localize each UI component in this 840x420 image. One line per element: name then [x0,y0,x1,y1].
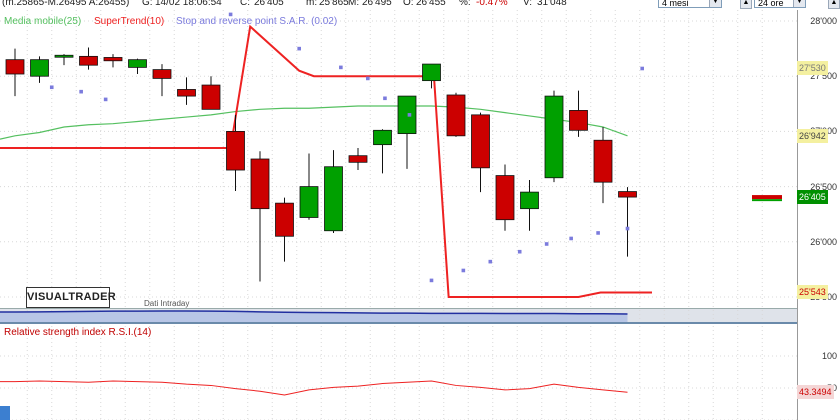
sar-dot [544,242,549,246]
chart-canvas[interactable] [0,0,840,420]
resize-handle [0,406,10,420]
candle-body [520,191,539,210]
candle-body [250,158,270,210]
status-bar: (m.25865-M.26495 A:26455) G: 14/02 18:06… [0,0,840,10]
candle-body [446,94,466,137]
candle-body [30,59,49,77]
min-value: 25'865 [319,0,349,8]
sar-dot [297,46,301,51]
vol-value: 31'048 [537,0,567,8]
candle-body [324,166,343,232]
last-price-marker [752,195,782,200]
candle-body [593,139,613,183]
sar-dot [339,65,343,70]
open-label: O: [403,0,414,8]
sar-dot [103,97,108,102]
sar-price-tag: 27'530 [797,61,828,76]
candle-body [275,202,294,237]
candle-body [128,59,147,68]
ma-price-tag: 26'942 [797,128,828,143]
sar-dot [488,259,493,264]
supertrend-price-tag: 25'543 [797,285,828,300]
legend-sar: Stop and reverse point S.A.R. (0.02) [176,16,338,27]
rsi-panel-bg [0,324,797,420]
candle-body [201,84,221,110]
interval-select-value: 24 ore [758,0,784,8]
max-label: M: [348,0,360,8]
chart-window: (m.25865-M.26495 A:26455) G: 14/02 18:06… [0,0,840,420]
visualtrader-logo: VISUALTRADER [26,287,116,308]
pct-label: %: [459,0,471,8]
sar-dot [569,236,573,241]
sar-dot [461,268,466,273]
candle-body [226,131,245,171]
candle-body [544,95,564,179]
scroll-up-icon[interactable]: ▲ [828,0,840,9]
close-value: 26'405 [254,0,284,8]
sar-dot [49,85,54,90]
legend-supertrend: SuperTrend(10) [94,16,165,27]
max-value: 26'495 [362,0,392,8]
hla-readout: (m.25865-M.26495 A:26455) [2,0,130,8]
interval-select[interactable]: 24 ore ▼ [754,0,806,8]
chevron-down-icon[interactable]: ▼ [709,0,721,7]
pct-value: -0.47% [476,0,508,8]
sar-dot [366,76,370,81]
candle-body [54,54,74,58]
close-label: C: [240,0,250,8]
candle-body [397,95,417,135]
candle-body [79,55,98,66]
candle-body [152,69,172,79]
period-select-value: 4 mesi [662,0,689,8]
sar-dot [407,113,412,117]
candle-body [299,186,319,218]
candle-body [495,175,515,221]
price-tick-label: 28'000 [810,16,837,27]
sar-dot [383,96,387,101]
sar-dot [596,231,600,235]
period-select[interactable]: 4 mesi ▼ [658,0,722,8]
date-value: 14/02 18:06:54 [155,0,222,8]
sar-dot [429,278,434,283]
candle-body [471,114,490,169]
candle-body [373,129,392,146]
rsi-value-tag: 43.3494 [797,385,834,400]
intraday-note: Dati Intraday [144,299,190,308]
vol-label: V: [523,0,533,8]
open-value: 26'455 [416,0,446,8]
candle-body [569,110,588,131]
sar-dot [517,249,522,254]
sar-dot [640,66,644,71]
candle-body [618,191,637,198]
last-price-tag: 26'405 [797,190,828,205]
sar-dot [625,226,630,231]
rsi-title: Relative strength index R.S.I.(14) [4,327,152,338]
min-label: m: [306,0,318,8]
candle-body [177,89,196,97]
price-panel-bg [0,10,797,308]
price-tick-label: 26'000 [810,236,837,247]
chevron-down-icon[interactable]: ▼ [793,0,805,7]
candle-body [348,155,368,163]
sar-dot [79,89,83,94]
candle-body [103,57,123,62]
candle-body [5,59,25,75]
date-label: G: [142,0,153,8]
candle-body [422,63,441,82]
scroll-up-button[interactable]: ▲ [740,0,752,9]
rsi-tick-label: 100 [821,351,837,361]
legend-moving-average: Media mobile(25) [4,16,82,27]
